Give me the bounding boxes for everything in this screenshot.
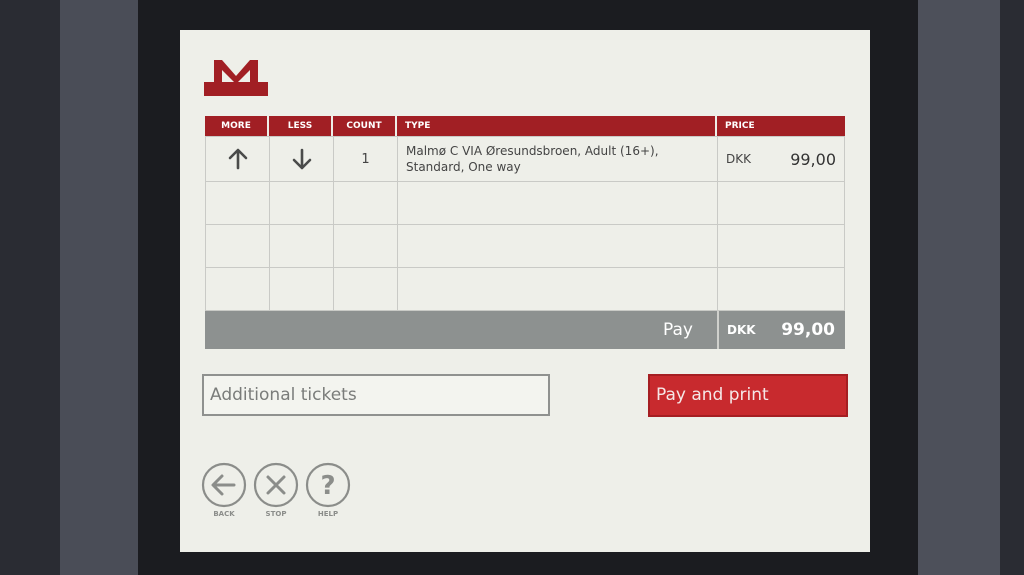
ticket-price: DKK 99,00 — [718, 137, 846, 181]
pay-and-print-button[interactable]: Pay and print — [648, 374, 848, 417]
total-bar: Pay DKK 99,00 — [205, 311, 845, 349]
table-header: MORE LESS COUNT TYPE PRICE — [205, 116, 845, 136]
arrow-up-icon — [228, 148, 247, 170]
back-arrow-icon — [201, 462, 247, 508]
svg-text:?: ? — [320, 471, 335, 501]
help-button[interactable]: ? HELP — [304, 462, 352, 518]
stop-button[interactable]: STOP — [252, 462, 300, 518]
total-label: Pay — [663, 320, 693, 340]
metro-logo — [204, 52, 268, 98]
table-grid: 1 Malmø C VIA Øresundsbroen, Adult (16+)… — [205, 136, 845, 311]
header-price: PRICE — [717, 116, 845, 136]
header-count: COUNT — [333, 116, 395, 136]
header-type: TYPE — [397, 116, 715, 136]
ticket-type: Malmø C VIA Øresundsbroen, Adult (16+), … — [398, 137, 724, 181]
total-currency: DKK — [727, 323, 756, 337]
less-button[interactable] — [270, 137, 333, 181]
ticket-type-line1: Malmø C VIA Øresundsbroen, Adult (16+), — [406, 144, 659, 158]
ticket-screen: MORE LESS COUNT TYPE PRICE 1 Malmø C VIA… — [180, 30, 870, 552]
help-label: HELP — [317, 510, 339, 518]
help-question-icon: ? — [305, 462, 351, 508]
stop-label: STOP — [265, 510, 287, 518]
price-currency: DKK — [726, 152, 751, 166]
back-label: BACK — [213, 510, 235, 518]
arrow-down-icon — [292, 148, 311, 170]
total-divider — [717, 311, 719, 349]
table-row: 1 Malmø C VIA Øresundsbroen, Adult (16+)… — [206, 137, 846, 181]
header-less: LESS — [269, 116, 331, 136]
header-more: MORE — [205, 116, 267, 136]
ticket-table: MORE LESS COUNT TYPE PRICE 1 Malmø C VIA… — [205, 116, 845, 349]
kiosk-bezel-right — [910, 0, 1000, 575]
ticket-count: 1 — [361, 151, 370, 167]
total-amount: 99,00 — [781, 320, 835, 340]
stop-x-icon — [253, 462, 299, 508]
price-amount: 99,00 — [790, 149, 836, 169]
ticket-type-line2: Standard, One way — [406, 160, 521, 174]
kiosk-bezel-left — [60, 0, 140, 575]
additional-tickets-button[interactable]: Additional tickets — [202, 374, 550, 416]
back-button[interactable]: BACK — [200, 462, 248, 518]
metro-logo-icon — [204, 60, 268, 96]
more-button[interactable] — [206, 137, 269, 181]
